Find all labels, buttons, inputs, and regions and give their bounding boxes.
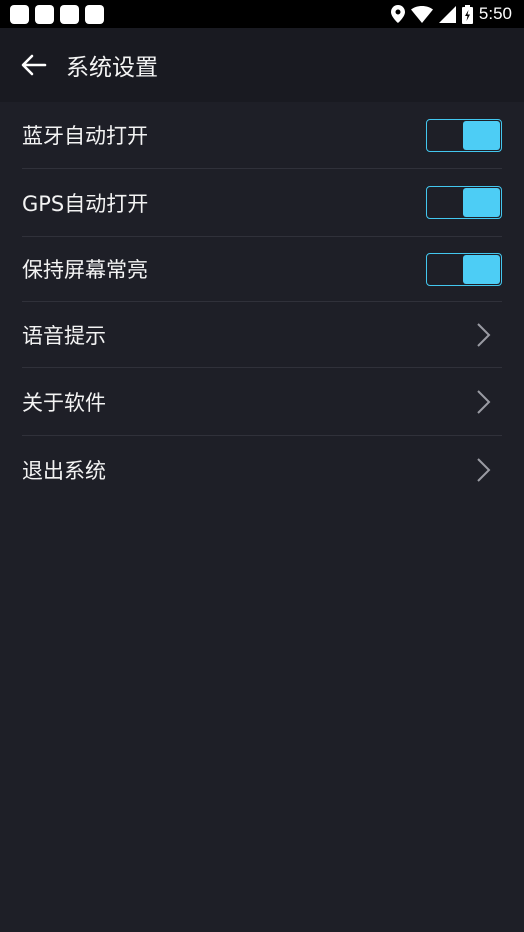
location-icon xyxy=(390,5,405,23)
wifi-icon xyxy=(410,5,433,23)
setting-label: 退出系统 xyxy=(22,459,106,483)
settings-list: 蓝牙自动打开 GPS自动打开 保持屏幕常亮 语音提示 关于软件 退出系统 xyxy=(22,102,502,504)
toggle-knob xyxy=(463,188,500,217)
setting-row-bluetooth-auto: 蓝牙自动打开 xyxy=(22,102,502,169)
keep-screen-on-toggle[interactable] xyxy=(426,252,502,286)
chevron-right-icon xyxy=(477,389,491,414)
setting-label: GPS自动打开 xyxy=(22,191,149,216)
system-tray: 5:50 xyxy=(390,4,524,24)
notification-area xyxy=(0,4,104,24)
setting-row-voice-prompt[interactable]: 语音提示 xyxy=(22,302,502,368)
arrow-left-icon xyxy=(21,54,47,76)
clock: 5:50 xyxy=(478,4,512,23)
setting-row-gps-auto: GPS自动打开 xyxy=(22,169,502,237)
chevron-right-icon xyxy=(477,322,491,347)
gps-auto-toggle[interactable] xyxy=(426,186,502,219)
setting-label: 蓝牙自动打开 xyxy=(22,124,148,148)
setting-label: 语音提示 xyxy=(22,323,106,348)
setting-row-keep-screen-on: 保持屏幕常亮 xyxy=(22,237,502,302)
page-title: 系统设置 xyxy=(66,55,158,81)
app-bar: 系统设置 xyxy=(0,28,524,102)
toggle-knob xyxy=(463,120,500,150)
battery-icon xyxy=(461,4,473,24)
bluetooth-auto-toggle[interactable] xyxy=(426,118,502,152)
notification-icon xyxy=(35,4,54,24)
setting-label: 关于软件 xyxy=(22,390,106,415)
notification-icon xyxy=(10,4,29,24)
setting-label: 保持屏幕常亮 xyxy=(22,258,148,282)
signal-icon xyxy=(438,5,456,23)
setting-row-exit[interactable]: 退出系统 xyxy=(22,436,502,504)
setting-row-about[interactable]: 关于软件 xyxy=(22,368,502,436)
notification-icon xyxy=(60,4,79,24)
back-button[interactable] xyxy=(4,28,64,102)
status-bar: 5:50 xyxy=(0,0,524,28)
notification-icon xyxy=(85,4,104,24)
toggle-knob xyxy=(463,254,500,284)
chevron-right-icon xyxy=(477,458,491,482)
